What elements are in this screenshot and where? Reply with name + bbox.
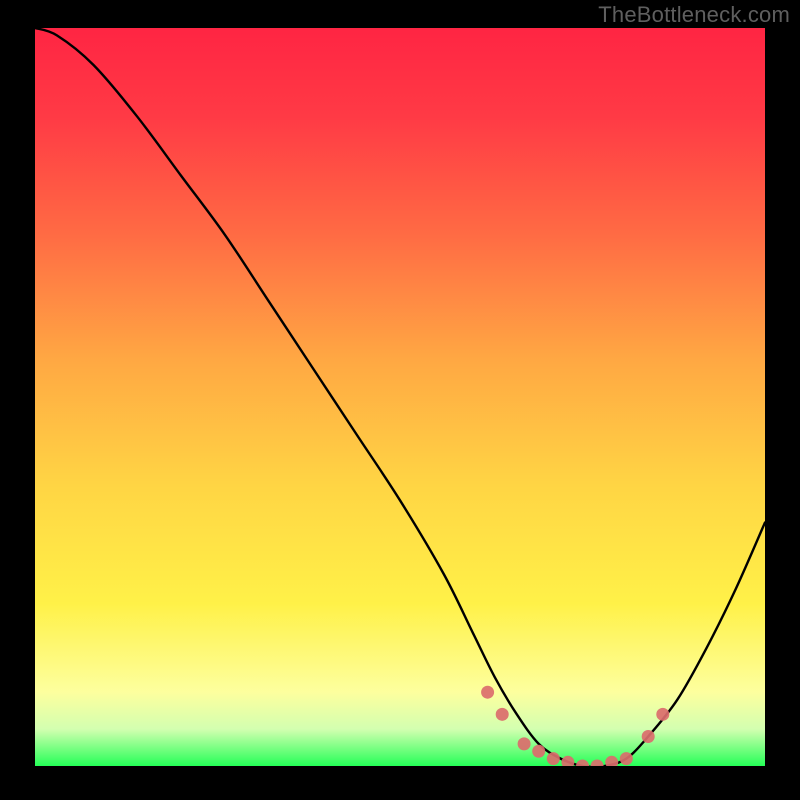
chart-frame: TheBottleneck.com <box>0 0 800 800</box>
marker-flat-3 <box>547 752 560 765</box>
plot-svg <box>35 28 765 766</box>
marker-flat-1 <box>518 737 531 750</box>
marker-right-cluster-2 <box>656 708 669 721</box>
gradient-background <box>35 28 765 766</box>
marker-right-cluster-1 <box>642 730 655 743</box>
watermark-text: TheBottleneck.com <box>598 2 790 28</box>
marker-flat-8 <box>620 752 633 765</box>
plot-area <box>35 28 765 766</box>
marker-left-cluster-1 <box>481 686 494 699</box>
marker-left-cluster-2 <box>496 708 509 721</box>
marker-flat-2 <box>532 745 545 758</box>
